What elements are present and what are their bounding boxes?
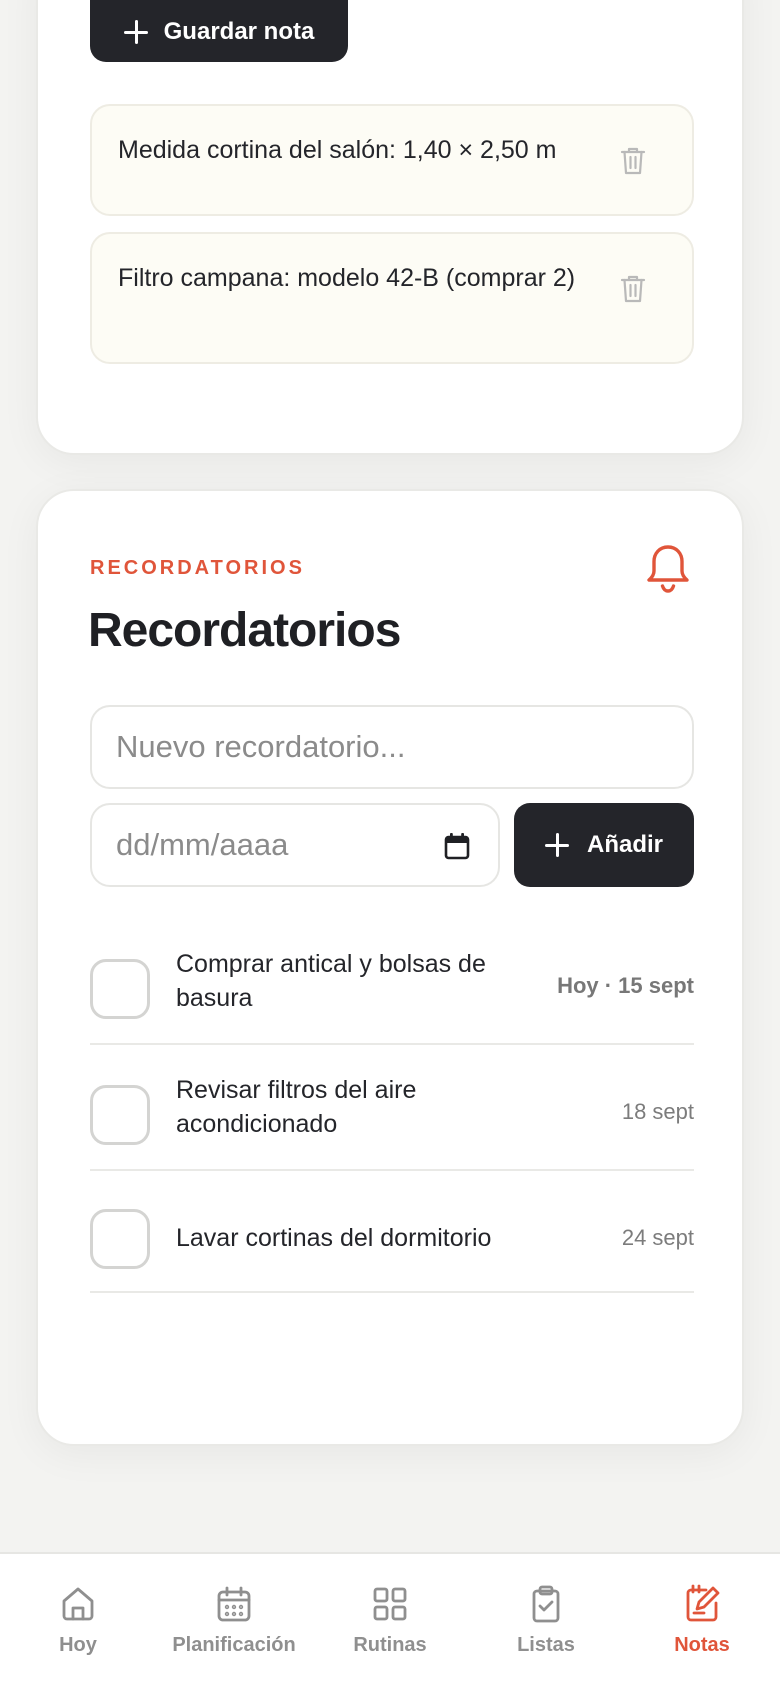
tab-label: Hoy bbox=[59, 1634, 97, 1656]
notepad-pencil-icon bbox=[686, 1584, 720, 1622]
tab-planificacion[interactable]: Planificación bbox=[156, 1584, 312, 1674]
date-input[interactable]: dd/mm/aaaa bbox=[90, 803, 500, 887]
reminder-checkbox[interactable] bbox=[90, 959, 150, 1019]
reminder-date: 18 sept bbox=[621, 1099, 694, 1124]
reminder-text: Revisar filtros del aire acondicionado bbox=[176, 1076, 417, 1138]
section-title: Recordatorios bbox=[88, 604, 401, 657]
tab-label: Rutinas bbox=[353, 1634, 427, 1656]
tab-rutinas[interactable]: Rutinas bbox=[312, 1584, 468, 1674]
tab-label: Listas bbox=[517, 1634, 575, 1656]
save-note-button[interactable]: Guardar nota bbox=[90, 0, 348, 62]
add-reminder-button[interactable]: Añadir bbox=[514, 803, 694, 887]
clipboard-check-icon bbox=[532, 1585, 560, 1623]
reminder-date: Hoy · 15 sept bbox=[557, 973, 694, 998]
home-icon bbox=[62, 1587, 94, 1621]
reminder-item: Comprar antical y bolsas de basura Hoy ·… bbox=[90, 947, 694, 1045]
new-reminder-placeholder: Nuevo recordatorio... bbox=[116, 729, 406, 764]
section-eyebrow: RECORDATORIOS bbox=[90, 557, 305, 579]
calendar-icon bbox=[217, 1586, 251, 1622]
save-note-label: Guardar nota bbox=[163, 18, 315, 45]
notes-card: Guardar nota Medida cortina del salón: 1… bbox=[36, 0, 744, 455]
note-item: Medida cortina del salón: 1,40 × 2,50 m bbox=[90, 104, 694, 216]
trash-icon[interactable] bbox=[620, 274, 646, 304]
reminder-date: 24 sept bbox=[621, 1225, 694, 1250]
note-item: Filtro campana: modelo 42-B (comprar 2) bbox=[90, 232, 694, 364]
note-text: Filtro campana: modelo 42-B (comprar 2) bbox=[118, 264, 576, 292]
reminder-item: Lavar cortinas del dormitorio 24 sept bbox=[90, 1195, 694, 1293]
reminder-checkbox[interactable] bbox=[90, 1085, 150, 1145]
plus-icon bbox=[123, 20, 148, 44]
reminder-text: Comprar antical y bolsas de basura bbox=[176, 950, 486, 1012]
reminder-checkbox[interactable] bbox=[90, 1209, 150, 1269]
new-reminder-input[interactable]: Nuevo recordatorio... bbox=[90, 705, 694, 789]
calendar-icon[interactable] bbox=[444, 832, 470, 860]
bottom-tab-bar: Hoy Planificación Rutinas Listas Notas bbox=[0, 1552, 780, 1688]
reminders-card: RECORDATORIOS Recordatorios Nuevo record… bbox=[36, 489, 744, 1446]
reminder-text: Lavar cortinas del dormitorio bbox=[176, 1224, 492, 1252]
date-placeholder: dd/mm/aaaa bbox=[116, 827, 289, 862]
tab-label: Planificación bbox=[172, 1634, 296, 1656]
tab-notas[interactable]: Notas bbox=[624, 1584, 780, 1674]
note-text: Medida cortina del salón: 1,40 × 2,50 m bbox=[118, 136, 557, 164]
bell-icon bbox=[647, 545, 689, 593]
add-reminder-label: Añadir bbox=[586, 831, 663, 858]
plus-icon bbox=[544, 833, 569, 857]
tab-listas[interactable]: Listas bbox=[468, 1584, 624, 1674]
trash-icon[interactable] bbox=[620, 146, 646, 176]
tab-hoy[interactable]: Hoy bbox=[0, 1584, 156, 1674]
reminder-item: Revisar filtros del aire acondicionado 1… bbox=[90, 1073, 694, 1171]
tab-label: Notas bbox=[674, 1634, 730, 1656]
grid-icon bbox=[373, 1587, 407, 1621]
